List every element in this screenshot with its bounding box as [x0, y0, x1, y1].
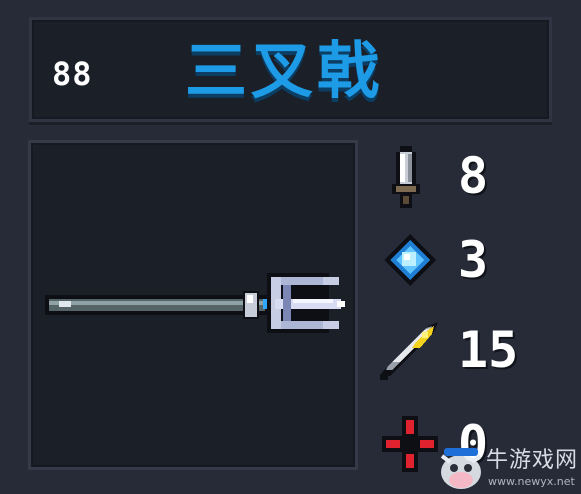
cow-logo-icon	[440, 448, 482, 489]
energy-value: 3	[458, 231, 489, 289]
critical-value: 15	[458, 321, 519, 379]
sword-icon	[392, 146, 420, 208]
feather-icon	[380, 322, 438, 380]
weapon-sprite-panel	[28, 140, 358, 470]
trident-icon	[45, 273, 345, 333]
red-crosshair-icon	[382, 416, 438, 472]
stat-energy: 3	[378, 228, 578, 298]
watermark-title: 牛游戏网	[486, 448, 579, 473]
weapon-number: 88	[52, 55, 93, 93]
weapon-name: 三叉戟	[185, 34, 384, 107]
blue-crystal-icon	[384, 234, 436, 286]
attack-value: 8	[458, 147, 489, 205]
site-watermark: 牛游戏网 www.newyx.net	[436, 444, 581, 494]
stat-critical: 15	[378, 318, 578, 388]
stat-attack: 8	[378, 144, 578, 214]
watermark-url: www.newyx.net	[488, 475, 575, 488]
